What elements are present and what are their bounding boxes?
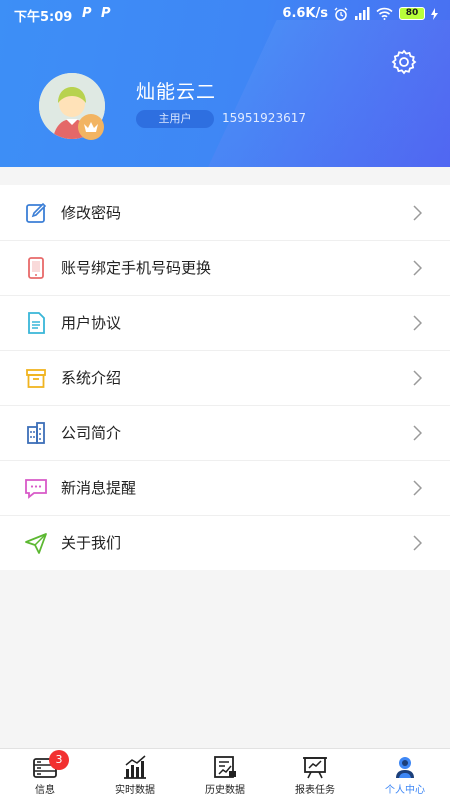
settings-menu: 修改密码 账号绑定手机号码更换 用户协议 系统介绍 公司简介 新消息提醒 关于我… xyxy=(0,185,450,570)
nav-label: 历史数据 xyxy=(205,785,245,796)
bottom-nav: 3 信息 实时数据 历史数据 报表任务 个人中心 xyxy=(0,748,450,800)
bar-chart-icon xyxy=(124,755,146,779)
menu-item-label: 关于我们 xyxy=(61,534,122,552)
send-icon xyxy=(25,533,47,554)
wifi-icon xyxy=(376,7,393,20)
menu-item-label: 用户协议 xyxy=(61,314,122,332)
document-icon xyxy=(28,312,45,334)
parking-app-icon: P xyxy=(82,6,92,21)
menu-item-message-reminder[interactable]: 新消息提醒 xyxy=(0,460,450,515)
alarm-icon xyxy=(334,7,348,21)
box-icon xyxy=(26,369,46,388)
edit-icon xyxy=(26,202,47,223)
history-chart-icon xyxy=(214,756,236,778)
settings-button[interactable] xyxy=(390,48,418,76)
battery-indicator: 80 xyxy=(399,7,425,20)
chevron-right-icon xyxy=(413,425,422,441)
status-indicators: 6.6K/s 80 xyxy=(282,6,438,21)
menu-item-system-intro[interactable]: 系统介绍 xyxy=(0,350,450,405)
crown-icon xyxy=(84,122,98,132)
menu-item-label: 修改密码 xyxy=(61,204,122,222)
chevron-right-icon xyxy=(413,315,422,331)
tablet-icon xyxy=(28,257,44,279)
user-icon xyxy=(396,757,414,778)
charging-icon xyxy=(431,7,438,20)
nav-item-history-data[interactable]: 历史数据 xyxy=(180,749,270,800)
presentation-board-icon xyxy=(303,757,327,779)
unread-badge: 3 xyxy=(49,750,69,770)
chevron-right-icon xyxy=(413,370,422,386)
nav-item-report-tasks[interactable]: 报表任务 xyxy=(270,749,360,800)
nav-label: 实时数据 xyxy=(115,785,155,796)
menu-item-label: 新消息提醒 xyxy=(61,479,137,497)
menu-item-label: 公司简介 xyxy=(61,424,122,442)
nav-item-info[interactable]: 3 信息 xyxy=(0,749,90,800)
chevron-right-icon xyxy=(413,260,422,276)
message-icon xyxy=(25,479,47,499)
chevron-right-icon xyxy=(413,480,422,496)
chevron-right-icon xyxy=(413,535,422,551)
nav-item-personal-center[interactable]: 个人中心 xyxy=(360,749,450,800)
nav-label: 信息 xyxy=(35,785,55,796)
status-time: 下午5:09 xyxy=(14,10,73,25)
menu-item-company-profile[interactable]: 公司简介 xyxy=(0,405,450,460)
chevron-right-icon xyxy=(413,205,422,221)
network-speed: 6.6K/s xyxy=(282,6,328,21)
crown-badge xyxy=(78,114,104,140)
nav-label: 个人中心 xyxy=(385,785,425,796)
parking-app-icon-2: P xyxy=(101,6,111,21)
menu-item-change-phone[interactable]: 账号绑定手机号码更换 xyxy=(0,240,450,295)
menu-item-user-agreement[interactable]: 用户协议 xyxy=(0,295,450,350)
menu-item-label: 账号绑定手机号码更换 xyxy=(61,259,212,277)
nav-item-realtime-data[interactable]: 实时数据 xyxy=(90,749,180,800)
signal-icon xyxy=(355,7,370,20)
user-role-badge: 主用户 xyxy=(136,110,214,128)
menu-item-label: 系统介绍 xyxy=(61,369,122,387)
status-bar: 下午5:09 P P 6.6K/s 80 xyxy=(0,0,450,28)
menu-item-about-us[interactable]: 关于我们 xyxy=(0,515,450,570)
building-icon xyxy=(27,422,45,444)
gear-icon xyxy=(391,49,417,75)
user-phone: 15951923617 xyxy=(222,111,306,125)
nav-label: 报表任务 xyxy=(295,785,335,796)
user-name: 灿能云二 xyxy=(136,81,217,103)
menu-item-change-password[interactable]: 修改密码 xyxy=(0,185,450,240)
